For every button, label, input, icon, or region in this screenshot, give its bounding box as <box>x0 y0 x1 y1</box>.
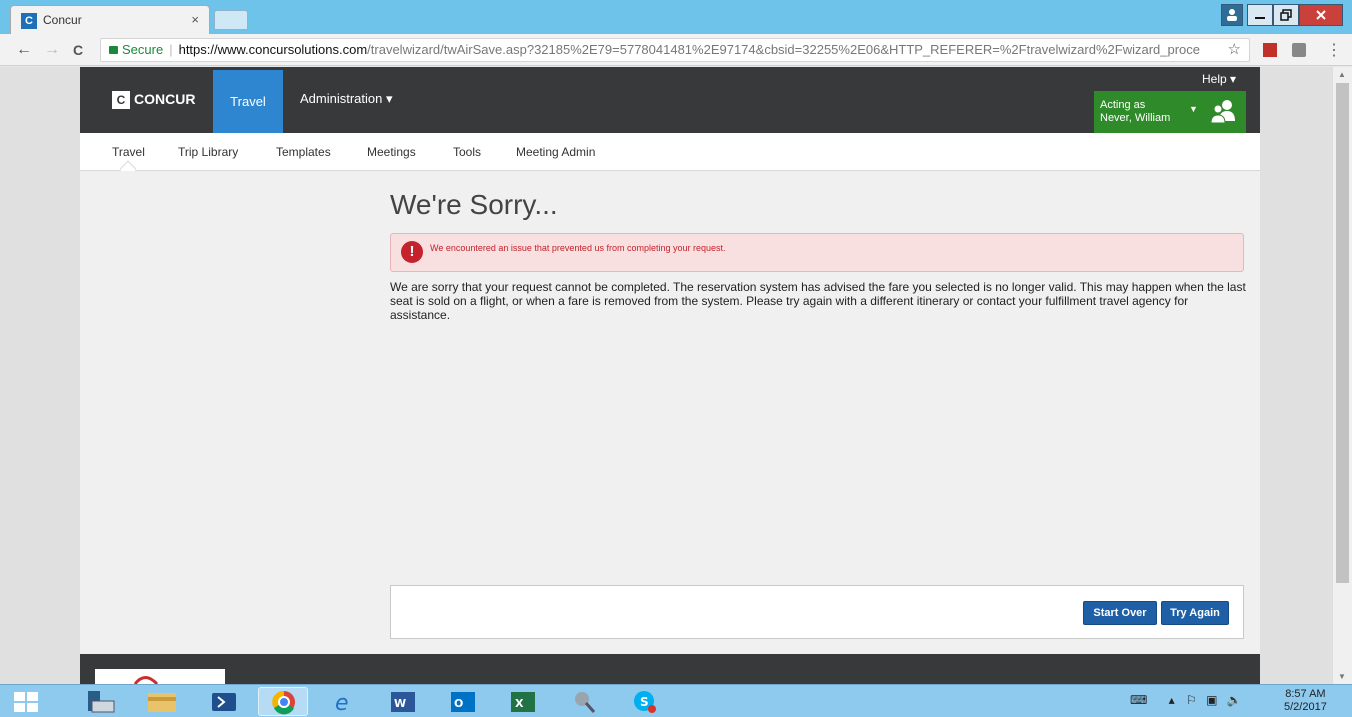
new-tab-button[interactable] <box>214 10 248 30</box>
flag-icon[interactable]: ⚐ <box>1186 693 1197 707</box>
action-bar: Start Over Try Again <box>390 585 1244 639</box>
main-content: We're Sorry... ! We encountered an issue… <box>80 171 1260 654</box>
acting-as-label: Acting as <box>1100 99 1146 111</box>
chrome-icon[interactable] <box>258 687 308 716</box>
show-hidden-icons-icon[interactable]: ▴ <box>1169 693 1175 707</box>
try-again-button[interactable]: Try Again <box>1161 601 1229 625</box>
volume-icon[interactable]: 🔈 <box>1227 693 1242 707</box>
word-icon[interactable]: W <box>378 687 428 716</box>
subnav-templates[interactable]: Templates <box>276 145 331 159</box>
subnav-meeting-admin[interactable]: Meeting Admin <box>516 145 595 159</box>
page-footer <box>80 654 1260 684</box>
error-alert: ! We encountered an issue that prevented… <box>390 233 1244 272</box>
browser-tab-concur[interactable]: C Concur × <box>10 5 210 34</box>
page-viewport: C CONCUR Travel Administration ▾ Help ▾ A… <box>0 67 1332 684</box>
concur-favicon-icon: C <box>21 13 37 29</box>
tool-icon[interactable] <box>560 687 610 716</box>
extension-icon[interactable] <box>1292 43 1306 57</box>
clock-time: 8:57 AM <box>1285 688 1326 700</box>
url-host: https://www.concursolutions.com <box>178 42 368 57</box>
svg-text:S: S <box>640 695 649 709</box>
scroll-thumb[interactable] <box>1336 83 1349 583</box>
acting-as-menu[interactable]: Acting as Never, William ▼ <box>1094 91 1246 133</box>
svg-text:W: W <box>394 697 406 710</box>
tab-title: Concur <box>43 13 82 27</box>
sub-navigation: Travel Trip Library Templates Meetings T… <box>80 133 1260 178</box>
concur-logo[interactable]: C CONCUR <box>112 91 195 109</box>
scroll-down-icon[interactable]: ▼ <box>1338 672 1346 681</box>
screen: C Concur × ← → C Secure | https://www.conc… <box>0 0 1352 717</box>
subnav-travel[interactable]: Travel <box>112 145 145 159</box>
excel-icon[interactable]: X <box>498 687 548 716</box>
help-menu[interactable]: Help ▾ <box>1202 72 1236 86</box>
page-title: We're Sorry... <box>390 189 558 220</box>
file-explorer-icon[interactable] <box>138 687 188 716</box>
skype-icon[interactable]: S <box>620 687 670 716</box>
users-icon <box>1210 100 1235 124</box>
forward-button[interactable]: → <box>44 41 60 59</box>
address-bar[interactable]: Secure | https://www.concursolutions.com/t… <box>100 38 1250 62</box>
windows-taskbar: e W O X S ⌨ ▴ ⚐ ▣ 🔈 8:57 AM 5/2/2017 <box>0 684 1352 717</box>
close-window-icon[interactable] <box>1299 4 1343 26</box>
network-icon[interactable]: ▣ <box>1206 693 1217 707</box>
clock-date: 5/2/2017 <box>1284 701 1327 713</box>
subnav-meetings[interactable]: Meetings <box>367 145 416 159</box>
outlook-icon[interactable]: O <box>438 687 488 716</box>
top-navigation: C CONCUR Travel Administration ▾ Help ▾ A… <box>80 67 1260 133</box>
svg-text:e: e <box>335 691 349 716</box>
error-message: We encountered an issue that prevented u… <box>430 243 726 253</box>
keyboard-icon[interactable]: ⌨ <box>1130 693 1147 707</box>
internet-explorer-icon[interactable]: e <box>318 687 368 716</box>
reload-button[interactable]: C <box>73 42 83 58</box>
start-over-button[interactable]: Start Over <box>1083 601 1157 625</box>
scroll-up-icon[interactable]: ▲ <box>1338 70 1346 79</box>
concur-app: C CONCUR Travel Administration ▾ Help ▾ A… <box>80 67 1260 684</box>
server-manager-icon[interactable] <box>78 687 128 716</box>
nav-travel[interactable]: Travel <box>213 70 283 133</box>
url-separator: | <box>169 42 173 57</box>
browser-toolbar: ← → C Secure | https://www.concursolutions… <box>0 34 1352 66</box>
back-button[interactable]: ← <box>16 41 32 59</box>
user-profile-icon[interactable] <box>1221 4 1243 26</box>
concur-logo-text: CONCUR <box>134 91 196 107</box>
pdf-extension-icon[interactable] <box>1263 43 1277 57</box>
browser-menu-icon[interactable]: ⋮ <box>1326 40 1342 60</box>
bookmark-star-icon[interactable]: ☆ <box>1223 39 1241 61</box>
secure-label: Secure <box>122 42 164 57</box>
system-tray: ⌨ ▴ ⚐ ▣ 🔈 <box>1130 693 1242 707</box>
error-description: We are sorry that your request cannot be… <box>390 280 1246 322</box>
windows-start-icon[interactable] <box>14 692 38 712</box>
subnav-trip-library[interactable]: Trip Library <box>178 145 238 159</box>
concur-logo-mark: C <box>112 91 130 109</box>
browser-tabstrip: C Concur × <box>0 0 1352 34</box>
chevron-down-icon: ▼ <box>1189 104 1198 114</box>
vertical-scrollbar[interactable]: ▲ ▼ <box>1332 67 1352 684</box>
powershell-icon[interactable] <box>200 687 250 716</box>
restore-icon[interactable] <box>1273 4 1299 26</box>
subnav-tools[interactable]: Tools <box>453 145 481 159</box>
tab-close-icon[interactable]: × <box>191 12 199 27</box>
svg-text:X: X <box>515 697 524 710</box>
error-icon: ! <box>401 241 423 263</box>
system-clock[interactable]: 8:57 AM 5/2/2017 <box>1284 688 1327 714</box>
nav-administration[interactable]: Administration ▾ <box>300 91 393 107</box>
svg-text:O: O <box>454 697 463 710</box>
acting-as-name: Never, William <box>1100 112 1171 124</box>
footer-logo <box>95 669 225 684</box>
minimize-icon[interactable] <box>1247 4 1273 26</box>
lock-icon <box>109 46 118 54</box>
url-path: /travelwizard/twAirSave.asp?32185%2E79=5… <box>367 42 1201 57</box>
